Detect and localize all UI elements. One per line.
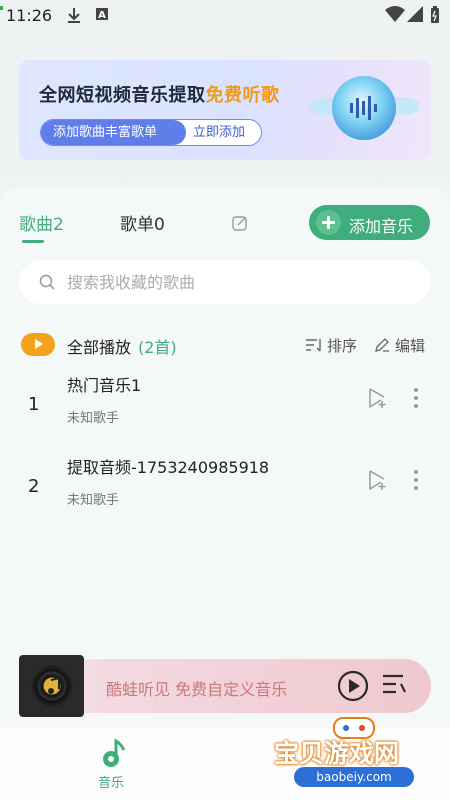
status-time: 11:26 bbox=[6, 6, 53, 25]
tab-playlists[interactable]: 歌单0 bbox=[120, 210, 165, 235]
tab-active-indicator bbox=[22, 240, 44, 243]
search-icon bbox=[39, 274, 55, 290]
song-title: 热门音乐1 bbox=[67, 376, 142, 395]
tab-songs[interactable]: 歌曲2 bbox=[19, 210, 64, 235]
download-icon bbox=[68, 8, 80, 23]
banner-title-main: 全网短视频音乐提取 bbox=[39, 85, 206, 106]
music-orb-icon bbox=[309, 76, 419, 140]
banner-pill-text: 添加歌曲丰富歌单 bbox=[41, 120, 186, 145]
watermark: 宝贝游戏网 baobeiy.com bbox=[272, 712, 442, 797]
status-bar: 11:26 A bbox=[0, 0, 450, 30]
play-next-icon[interactable] bbox=[366, 468, 390, 492]
more-options-icon[interactable] bbox=[406, 385, 426, 411]
song-row[interactable]: 1 热门音乐1 未知歌手 bbox=[0, 372, 450, 452]
more-options-icon[interactable] bbox=[406, 467, 426, 493]
add-music-label: 添加音乐 bbox=[349, 217, 414, 236]
song-artist: 未知歌手 bbox=[67, 411, 120, 426]
song-artist: 未知歌手 bbox=[67, 493, 120, 508]
banner-title: 全网短视频音乐提取免费听歌 bbox=[39, 81, 280, 107]
library-card: 歌曲2 歌单0 添加音乐 全部播放 (2首) 排序 编辑 1 热门音乐1 未知歌… bbox=[0, 188, 450, 728]
banner-title-highlight: 免费听歌 bbox=[205, 85, 280, 106]
song-index: 1 bbox=[28, 394, 40, 415]
add-now-button[interactable]: 立即添加 bbox=[193, 120, 245, 145]
watermark-title: 宝贝游戏网 bbox=[274, 739, 400, 768]
battery-icon bbox=[431, 6, 439, 23]
album-cover[interactable] bbox=[19, 655, 84, 717]
nav-music-label[interactable]: 音乐 bbox=[98, 772, 124, 791]
music-note-icon bbox=[48, 677, 60, 694]
a-notification-icon: A bbox=[96, 8, 108, 21]
now-playing-text: 酷蛙听见 免费自定义音乐 bbox=[106, 680, 288, 699]
banner-add-pill[interactable]: 添加歌曲丰富歌单 立即添加 bbox=[40, 119, 262, 146]
sort-label: 排序 bbox=[327, 337, 358, 355]
promo-banner[interactable]: 全网短视频音乐提取免费听歌 添加歌曲丰富歌单 立即添加 bbox=[19, 60, 431, 160]
edit-list-icon[interactable] bbox=[232, 215, 248, 231]
play-all-count: (2首) bbox=[138, 338, 177, 357]
search-bar[interactable] bbox=[19, 260, 431, 304]
music-tab-icon bbox=[103, 738, 126, 767]
song-row[interactable]: 2 提取音频-1753240985918 未知歌手 bbox=[0, 454, 450, 534]
song-title: 提取音频-1753240985918 bbox=[67, 458, 270, 477]
plus-icon bbox=[316, 210, 341, 235]
edit-label: 编辑 bbox=[395, 337, 426, 355]
sort-icon bbox=[306, 339, 321, 352]
watermark-url: baobeiy.com bbox=[294, 767, 414, 787]
song-index: 2 bbox=[28, 476, 40, 497]
wifi-icon bbox=[385, 6, 405, 22]
svg-text:A: A bbox=[98, 10, 106, 21]
status-indicator bbox=[0, 6, 3, 10]
mini-player[interactable]: 酷蛙听见 免费自定义音乐 bbox=[19, 655, 431, 717]
playlist-icon[interactable] bbox=[381, 672, 407, 698]
add-music-button[interactable]: 添加音乐 bbox=[309, 205, 430, 240]
play-next-icon[interactable] bbox=[366, 386, 390, 410]
play-all-label[interactable]: 全部播放 bbox=[67, 334, 131, 358]
play-icon[interactable] bbox=[337, 670, 369, 702]
play-all-button[interactable] bbox=[21, 333, 55, 356]
pencil-icon bbox=[375, 338, 389, 352]
search-input[interactable] bbox=[67, 260, 407, 304]
nav-music-tab[interactable] bbox=[96, 738, 132, 772]
signal-icon bbox=[407, 6, 423, 22]
